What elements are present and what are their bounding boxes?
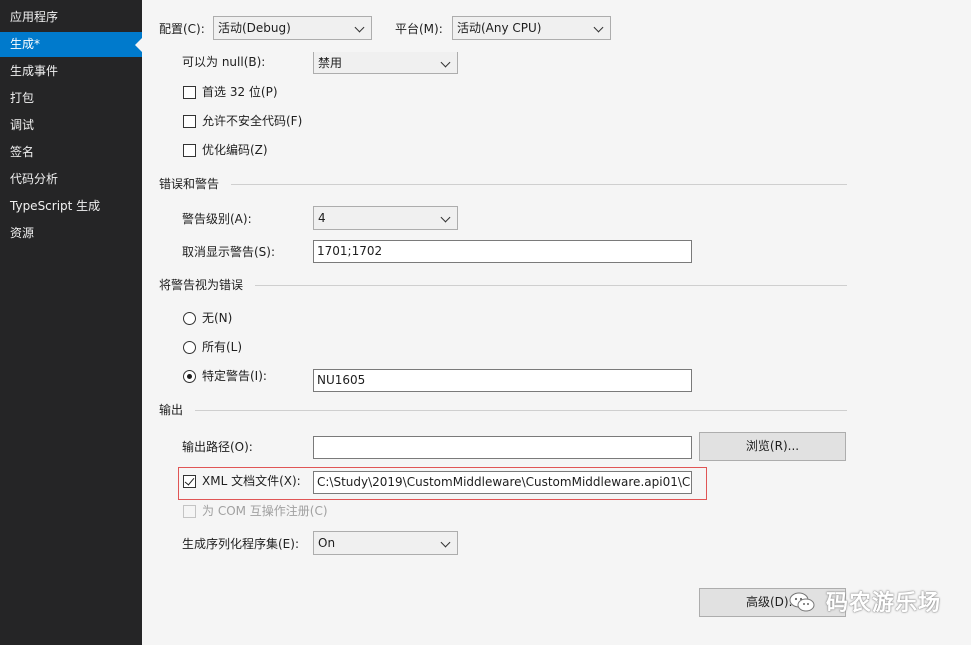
nullable-select-value: 禁用 [318, 56, 343, 70]
serialization-select[interactable]: On [313, 531, 458, 555]
nullable-label: 可以为 null(B): [182, 55, 266, 69]
build-properties-panel: 配置(C): 活动(Debug) 平台(M): 活动(Any CPU) 可以为 … [142, 0, 971, 645]
treat-warnings-none-label: 无(N) [202, 311, 233, 325]
sidebar-item-package[interactable]: 打包 [0, 86, 142, 111]
sidebar-item-typescript-build[interactable]: TypeScript 生成 [0, 194, 142, 219]
browse-button[interactable]: 浏览(R)... [699, 432, 846, 461]
sidebar-item-signing[interactable]: 签名 [0, 140, 142, 165]
sidebar-item-debug[interactable]: 调试 [0, 113, 142, 138]
section-divider [231, 184, 847, 185]
nullable-select[interactable]: 禁用 [313, 52, 458, 74]
suppress-warnings-input[interactable]: 1701;1702 [313, 240, 692, 263]
warning-level-label: 警告级别(A): [182, 212, 252, 226]
config-label: 配置(C): [159, 22, 205, 36]
output-path-input[interactable] [313, 436, 692, 459]
warning-level-value: 4 [318, 211, 326, 225]
suppress-warnings-label: 取消显示警告(S): [182, 245, 276, 259]
config-select[interactable]: 活动(Debug) [213, 16, 372, 40]
platform-select-value: 活动(Any CPU) [457, 21, 542, 35]
treat-warnings-all-label: 所有(L) [202, 340, 243, 354]
sidebar: 应用程序 生成* 生成事件 打包 调试 签名 代码分析 TypeScript 生… [0, 0, 142, 645]
optimize-code-checkbox[interactable] [183, 144, 196, 157]
serialization-value: On [318, 536, 336, 550]
platform-select[interactable]: 活动(Any CPU) [452, 16, 611, 40]
warning-level-select[interactable]: 4 [313, 206, 458, 230]
sidebar-item-label: 打包 [10, 91, 35, 105]
sidebar-item-label: 代码分析 [10, 172, 59, 186]
prefer-32bit-checkbox[interactable] [183, 86, 196, 99]
sidebar-item-application[interactable]: 应用程序 [0, 5, 142, 30]
optimize-code-label: 优化编码(Z) [202, 143, 268, 157]
com-interop-checkbox [183, 505, 196, 518]
allow-unsafe-label: 允许不安全代码(F) [202, 114, 303, 128]
treat-warnings-all-radio[interactable] [183, 341, 196, 354]
section-title-treat-warnings: 将警告视为错误 [159, 278, 244, 292]
sidebar-item-code-analysis[interactable]: 代码分析 [0, 167, 142, 192]
sidebar-item-label: 生成* [10, 37, 41, 51]
wechat-icon [789, 592, 815, 612]
chevron-down-icon [441, 532, 451, 554]
allow-unsafe-checkbox[interactable] [183, 115, 196, 128]
section-title-output: 输出 [159, 403, 184, 417]
chevron-down-icon [594, 17, 604, 39]
scroll-area[interactable]: 可以为 null(B): 禁用 首选 32 位(P) 允许不安全代码(F) 优化… [142, 52, 971, 645]
treat-warnings-none-radio[interactable] [183, 312, 196, 325]
advanced-button[interactable]: 高级(D)... [699, 588, 846, 617]
sidebar-item-resources[interactable]: 资源 [0, 221, 142, 246]
sidebar-item-label: 应用程序 [10, 10, 59, 24]
com-interop-label: 为 COM 互操作注册(C) [202, 504, 328, 518]
prefer-32bit-label: 首选 32 位(P) [202, 85, 278, 99]
serialization-label: 生成序列化程序集(E): [182, 537, 299, 551]
config-select-value: 活动(Debug) [218, 21, 291, 35]
sidebar-item-build-events[interactable]: 生成事件 [0, 59, 142, 84]
sidebar-item-label: TypeScript 生成 [10, 199, 101, 213]
xml-doc-path-input[interactable]: C:\Study\2019\CustomMiddleware\CustomMid… [313, 471, 692, 494]
section-divider [195, 410, 847, 411]
sidebar-item-label: 生成事件 [10, 64, 59, 78]
watermark-text: 码农游乐场 [825, 591, 941, 616]
xml-doc-checkbox[interactable] [183, 475, 196, 488]
section-divider [255, 285, 847, 286]
platform-label: 平台(M): [395, 22, 443, 36]
chevron-down-icon [441, 207, 451, 229]
section-title-errors-warnings: 错误和警告 [159, 177, 220, 191]
sidebar-item-label: 签名 [10, 145, 35, 159]
treat-warnings-specific-radio[interactable] [183, 370, 196, 383]
treat-warnings-specific-label: 特定警告(I): [202, 369, 267, 383]
specific-warnings-input[interactable]: NU1605 [313, 369, 692, 392]
output-path-label: 输出路径(O): [182, 440, 253, 454]
sidebar-item-label: 资源 [10, 226, 35, 240]
sidebar-item-build[interactable]: 生成* [0, 32, 142, 57]
sidebar-item-label: 调试 [10, 118, 35, 132]
chevron-down-icon [441, 52, 451, 74]
xml-doc-label: XML 文档文件(X): [202, 474, 301, 488]
chevron-down-icon [355, 17, 365, 39]
